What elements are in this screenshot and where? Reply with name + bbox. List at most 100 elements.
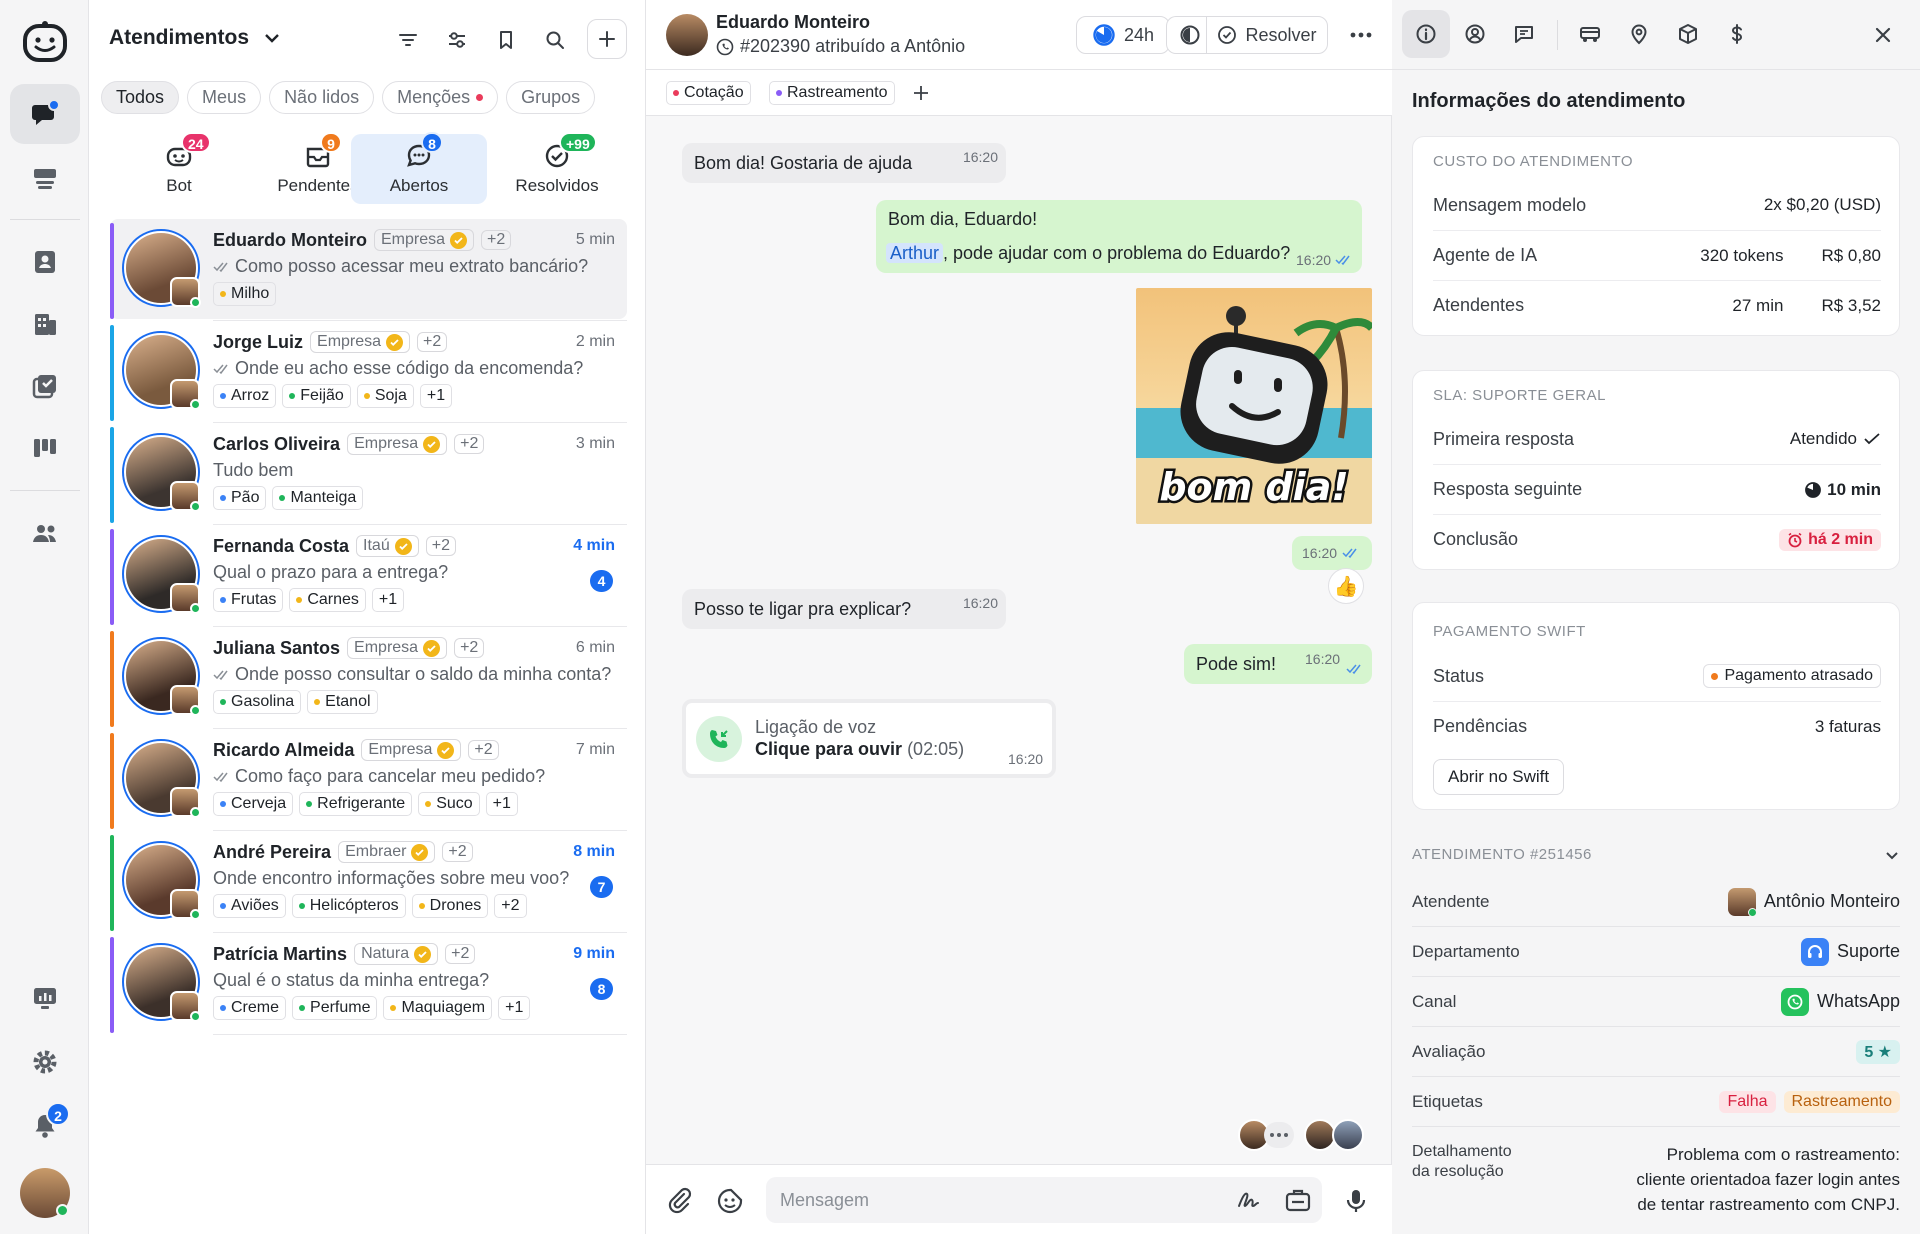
details-title: Informações do atendimento xyxy=(1412,90,1686,112)
mention-tag[interactable]: Arthur xyxy=(886,243,944,263)
filter-button[interactable] xyxy=(392,24,424,56)
app-logo[interactable] xyxy=(22,20,68,66)
sticker-button[interactable] xyxy=(716,1187,744,1215)
tab-delivery[interactable] xyxy=(1566,10,1614,58)
thumbs-up-icon: 👍 xyxy=(1333,575,1359,598)
more-options-button[interactable] xyxy=(1346,22,1376,48)
conversation-tag: Refrigerante xyxy=(299,792,413,816)
filter-chip-grupos[interactable]: Grupos xyxy=(506,81,596,114)
nav-reports-button[interactable] xyxy=(10,968,80,1028)
message-outgoing[interactable]: Bom dia, Eduardo! Arthur, pode ajudar co… xyxy=(876,200,1362,273)
tab-notes[interactable] xyxy=(1500,10,1548,58)
voice-record-button[interactable] xyxy=(1342,1187,1370,1215)
nav-kanban-button[interactable] xyxy=(10,418,80,478)
open-swift-button[interactable]: Abrir no Swift xyxy=(1433,759,1565,795)
conversation-item[interactable]: Carlos Oliveira Empresa +2 3 min Tudo bem Pão… xyxy=(110,423,627,523)
row-label: Status xyxy=(1433,665,1485,686)
nav-settings-button[interactable] xyxy=(10,1032,80,1092)
bookmark-button[interactable] xyxy=(490,24,522,56)
reaction-badge[interactable]: 👍 xyxy=(1328,568,1364,604)
contact-avatar[interactable] xyxy=(666,14,708,56)
filter-chip-nao-lidos[interactable]: Não lidos xyxy=(269,81,375,114)
conversation-tag: Cerveja xyxy=(213,792,294,816)
status-dot xyxy=(1711,672,1719,680)
tag-label: Pão xyxy=(231,489,260,506)
new-conversation-button[interactable] xyxy=(587,19,627,59)
sla-row: Primeira resposta Atendido xyxy=(1433,414,1881,464)
tab-info[interactable] xyxy=(1402,10,1450,58)
contact-name: Juliana Santos xyxy=(213,637,341,658)
list-title-dropdown[interactable]: Atendimentos xyxy=(109,26,281,50)
conversation-item[interactable]: Ricardo Almeida Empresa +2 7 min Como faço p… xyxy=(110,729,627,829)
status-tab-bot[interactable]: 24 Bot xyxy=(111,132,247,204)
nav-notifications-button[interactable]: 2 xyxy=(10,1096,80,1156)
tag-label: Frutas xyxy=(231,591,277,608)
conversation-tag: +1 xyxy=(371,588,405,612)
voice-call-card[interactable]: Ligação de voz Clique para ouvir (02:05)… xyxy=(682,699,1056,778)
sticker-image[interactable]: bom dia! xyxy=(1136,288,1372,524)
tab-contact[interactable] xyxy=(1451,10,1499,58)
conversation-time: 7 min xyxy=(575,741,615,758)
tag-label: Milho xyxy=(231,285,270,302)
nav-contacts-button[interactable] xyxy=(10,232,80,292)
tag-dot xyxy=(220,291,226,297)
message-time: 16:20 xyxy=(1296,252,1332,268)
message-input[interactable]: Mensagem xyxy=(766,1177,1322,1223)
message-incoming[interactable]: Posso te ligar pra explicar? 16:20 xyxy=(682,589,1006,629)
timer-24h-button[interactable]: 24h xyxy=(1076,16,1170,54)
nav-companies-button[interactable] xyxy=(10,294,80,354)
close-panel-button[interactable] xyxy=(1868,20,1898,50)
ticket-row-rating: Avaliação 5 ★ xyxy=(1412,1027,1900,1077)
tab-location[interactable] xyxy=(1615,10,1663,58)
chip-label: Menções xyxy=(397,87,471,107)
conversation-list-panel: Atendimentos Todos Meus Não lidos Mençõe… xyxy=(89,0,646,1234)
conversation-item[interactable]: Eduardo Monteiro Empresa +2 5 min Como posso… xyxy=(110,219,627,319)
conversation-item[interactable]: Fernanda Costa Itaú +2 4 min 4 Qual o prazo p… xyxy=(110,525,627,625)
chat-tag-rastreamento[interactable]: Rastreamento xyxy=(769,81,895,105)
plus-icon xyxy=(599,31,615,47)
nav-chats-button[interactable] xyxy=(10,84,80,144)
row-label: Detalhamento da resolução xyxy=(1412,1142,1512,1182)
tag-label: +1 xyxy=(426,387,446,404)
add-tag-button[interactable] xyxy=(910,82,932,104)
filter-chip-todos[interactable]: Todos xyxy=(101,81,180,114)
conversation-item[interactable]: André Pereira Embraer +2 8 min 7 Onde encontr… xyxy=(110,831,627,931)
status-tab-abertos[interactable]: 8 Abertos xyxy=(351,132,487,204)
message-incoming[interactable]: Bom dia! Gostaria de ajuda 16:20 xyxy=(682,143,1006,183)
adjust-button[interactable] xyxy=(441,24,473,56)
filter-chip-mencoes[interactable]: Menções xyxy=(382,81,499,114)
user-avatar[interactable] xyxy=(20,1168,70,1218)
sla-row: Conclusão há 2 min xyxy=(1433,514,1881,564)
nav-tasks-button[interactable] xyxy=(10,356,80,416)
resolve-button[interactable]: Resolver xyxy=(1206,16,1328,54)
row-label: Departamento xyxy=(1412,941,1520,961)
ticket-section-header[interactable]: ATENDIMENTO #251456 xyxy=(1412,846,1900,863)
nav-inbox-button[interactable] xyxy=(10,148,80,208)
templates-button[interactable] xyxy=(1284,1186,1312,1214)
tag-dot xyxy=(220,903,226,909)
message-outgoing[interactable]: Pode sim! 16:20 xyxy=(1184,644,1372,684)
tag-label: Feijão xyxy=(300,387,344,404)
double-check-icon xyxy=(213,262,228,273)
filter-chip-meus[interactable]: Meus xyxy=(187,81,262,114)
search-button[interactable] xyxy=(539,24,571,56)
dashboard-monitor-icon xyxy=(34,988,56,1009)
signature-button[interactable] xyxy=(1236,1186,1264,1214)
conversation-item[interactable]: Patrícia Martins Natura +2 9 min 8 Qual é o s… xyxy=(110,933,627,1033)
contact-name[interactable]: Eduardo Monteiro xyxy=(716,12,870,33)
inbox-stack-icon xyxy=(34,169,56,189)
tab-orders[interactable] xyxy=(1664,10,1712,58)
conversation-time: 8 min xyxy=(573,843,615,860)
user-online-dot xyxy=(56,1204,69,1217)
tab-payments[interactable] xyxy=(1713,10,1761,58)
status-tab-resolvidos[interactable]: +99 Resolvidos xyxy=(489,132,625,204)
chat-tag-cotacao[interactable]: Cotação xyxy=(666,81,751,105)
call-icon-wrap xyxy=(696,716,742,762)
conversation-item[interactable]: Jorge Luiz Empresa +2 2 min Onde eu acho ess… xyxy=(110,321,627,421)
chip-label: Meus xyxy=(202,87,247,107)
nav-team-button[interactable] xyxy=(10,504,80,564)
attach-button[interactable] xyxy=(666,1187,694,1215)
alarm-icon xyxy=(1788,532,1802,547)
tag-dot xyxy=(299,1005,306,1011)
conversation-item[interactable]: Juliana Santos Empresa +2 6 min Onde posso c… xyxy=(110,627,627,727)
